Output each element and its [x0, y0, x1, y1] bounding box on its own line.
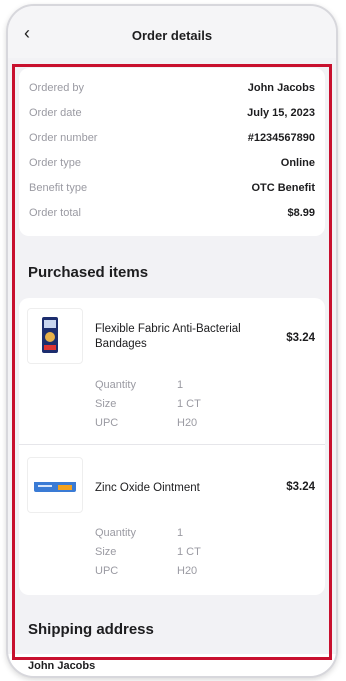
- attr-label: Quantity: [95, 527, 136, 539]
- header: ‹ Order details: [8, 6, 336, 58]
- purchased-items-heading: Purchased items: [28, 264, 149, 281]
- summary-value: OTC Benefit: [251, 182, 315, 194]
- summary-value: John Jacobs: [247, 82, 315, 94]
- attr-label: UPC: [95, 417, 119, 429]
- list-item[interactable]: Zinc Oxide Ointment $3.24 Quantity 1 Siz…: [19, 445, 325, 595]
- summary-value: $8.99: [287, 207, 315, 219]
- summary-row-benefit-type: Benefit type OTC Benefit: [29, 178, 315, 198]
- item-name: Zinc Oxide Ointment: [95, 482, 200, 494]
- attr-value: H20: [177, 565, 198, 577]
- summary-label: Order number: [29, 132, 98, 144]
- summary-value: July 15, 2023: [247, 107, 315, 119]
- product-image: [27, 308, 83, 364]
- summary-row-order-date: Order date July 15, 2023: [29, 103, 315, 123]
- attr-label: Size: [95, 546, 117, 558]
- summary-label: Ordered by: [29, 82, 85, 94]
- attr-value: 1 CT: [177, 398, 201, 410]
- summary-row-order-type: Order type Online: [29, 153, 315, 173]
- item-price: $3.24: [286, 481, 315, 493]
- product-image: [27, 457, 83, 513]
- summary-row-order-total: Order total $8.99: [29, 203, 315, 223]
- shipping-address-heading: Shipping address: [28, 621, 154, 638]
- summary-label: Order total: [29, 207, 81, 219]
- attr-label: Size: [95, 398, 117, 410]
- summary-row-ordered-by: Ordered by John Jacobs: [29, 78, 315, 98]
- attr-value: 1: [177, 527, 184, 539]
- attr-value: 1: [177, 379, 184, 391]
- attr-value: 1 CT: [177, 546, 201, 558]
- item-name: Flexible Fabric Anti-Bacterial Bandages: [95, 323, 241, 350]
- summary-row-order-number: Order number #1234567890: [29, 128, 315, 148]
- list-item[interactable]: Flexible Fabric Anti-Bacterial Bandages …: [19, 298, 325, 444]
- item-price: $3.24: [286, 332, 315, 344]
- attr-label: Quantity: [95, 379, 136, 391]
- summary-label: Order date: [29, 107, 82, 119]
- summary-value: #1234567890: [247, 132, 315, 144]
- summary-value: Online: [280, 157, 315, 169]
- summary-label: Benefit type: [29, 182, 88, 194]
- shipping-name: John Jacobs: [28, 660, 96, 672]
- attr-label: UPC: [95, 565, 119, 577]
- order-summary-card: Ordered by John Jacobs Order date July 1…: [19, 68, 325, 236]
- phone-frame: ‹ Order details Ordered by John Jacobs O…: [6, 4, 338, 678]
- attr-value: H20: [177, 417, 198, 429]
- summary-label: Order type: [29, 157, 81, 169]
- page-title: Order details: [131, 28, 213, 43]
